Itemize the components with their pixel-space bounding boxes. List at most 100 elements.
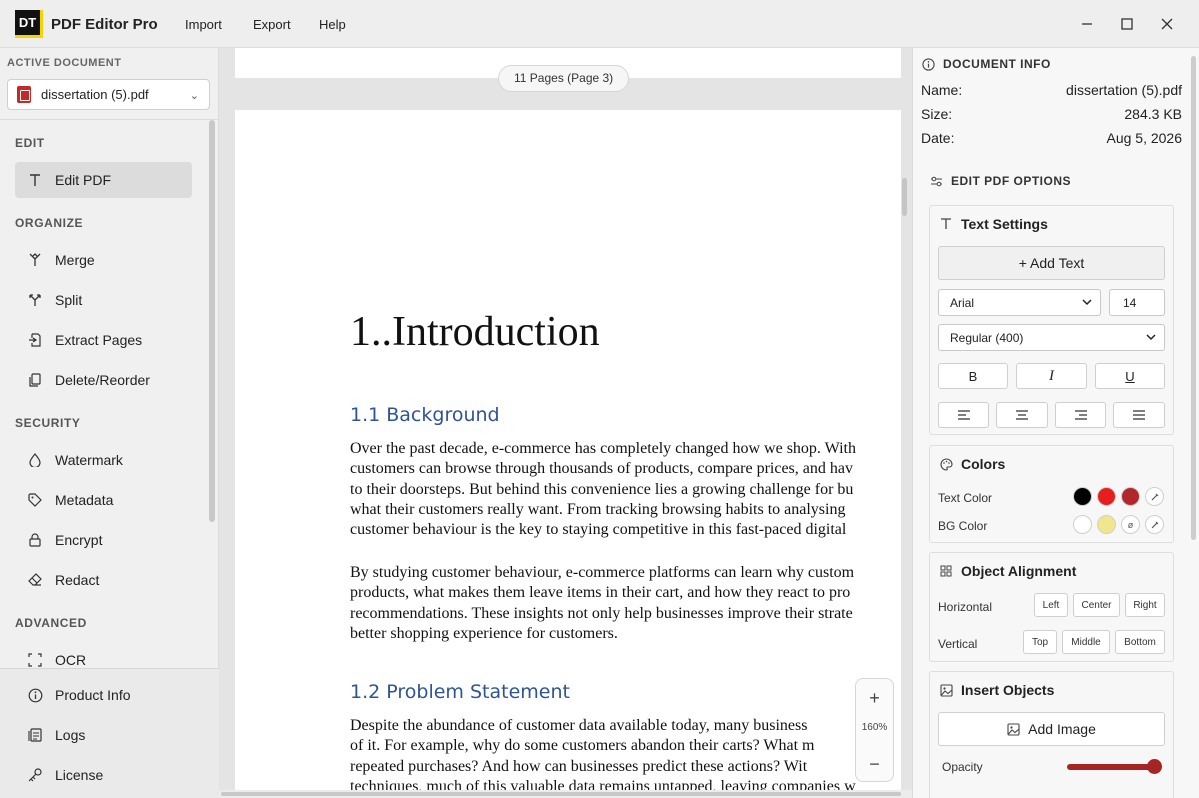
opacity-slider-track[interactable] (1067, 764, 1151, 770)
viewer-hscrollbar[interactable] (219, 790, 912, 798)
merge-icon (27, 252, 43, 268)
bg-color-none-button[interactable]: ø (1121, 515, 1140, 534)
info-value: dissertation (5).pdf (1066, 82, 1182, 98)
font-family-select[interactable]: Arial (938, 289, 1101, 316)
sidebar-item-edit-pdf[interactable]: Edit PDF (15, 162, 192, 198)
edit-options-header: EDIT PDF OPTIONS (929, 174, 1071, 188)
menu-import[interactable]: Import (185, 17, 222, 32)
sidebar-item-label: Encrypt (55, 532, 103, 548)
align-object-left-button[interactable]: Left (1034, 593, 1068, 617)
sidebar-item-extract-pages[interactable]: Extract Pages (15, 322, 192, 358)
sidebar-item-split[interactable]: Split (15, 282, 192, 318)
heading-introduction: 1..Introduction (350, 309, 600, 355)
pdf-file-icon (17, 86, 31, 103)
bg-color-swatch-yellow[interactable] (1097, 515, 1116, 534)
menu-export[interactable]: Export (253, 17, 291, 32)
sidebar: ACTIVE DOCUMENT dissertation (5).pdf ⌄ E… (0, 48, 219, 798)
font-weight-select[interactable]: Regular (400) (938, 324, 1165, 351)
opacity-slider-handle[interactable] (1147, 759, 1162, 774)
insert-objects-card: Insert Objects Add Image Opacity (929, 671, 1174, 798)
text-line: recommendations. These insights not only… (350, 604, 853, 622)
align-right-button[interactable] (1055, 402, 1106, 428)
extract-icon (27, 332, 43, 348)
sidebar-item-product-info[interactable]: Product Info (15, 677, 192, 713)
align-center-icon (1016, 410, 1028, 420)
font-size-input[interactable]: 14 (1109, 289, 1165, 316)
align-justify-button[interactable] (1113, 402, 1165, 428)
info-row-name: Name: dissertation (5).pdf (921, 82, 1182, 98)
object-alignment-title: Object Alignment (939, 563, 1076, 579)
sidebar-item-merge[interactable]: Merge (15, 242, 192, 278)
bg-color-picker-button[interactable] (1145, 515, 1164, 534)
pdf-viewer[interactable]: 11 Pages (Page 3) 1..Introduction 1.1 Ba… (219, 48, 912, 798)
object-alignment-card: Object Alignment Horizontal Left Center … (929, 552, 1174, 662)
info-row-date: Date: Aug 5, 2026 (921, 130, 1182, 146)
align-center-button[interactable] (996, 402, 1048, 428)
italic-button[interactable]: I (1016, 363, 1087, 389)
align-object-center-button[interactable]: Center (1073, 593, 1120, 617)
paragraph-2: By studying customer behaviour, e-commer… (350, 563, 901, 644)
align-object-right-button[interactable]: Right (1125, 593, 1165, 617)
underline-button[interactable]: U (1095, 363, 1165, 389)
sidebar-item-license[interactable]: License (15, 757, 192, 793)
active-doc-select[interactable]: dissertation (5).pdf ⌄ (7, 79, 210, 110)
section-security: SECURITY (15, 416, 81, 430)
tag-icon (27, 492, 43, 508)
text-icon (27, 172, 43, 188)
text-line: better shopping experience for customers… (350, 624, 618, 642)
chevron-down-icon (1082, 297, 1092, 310)
vertical-label: Vertical (938, 637, 978, 651)
text-settings-card: Text Settings + Add Text Arial 14 Regula… (929, 205, 1174, 435)
properties-panel: DOCUMENT INFO Name: dissertation (5).pdf… (912, 48, 1199, 798)
active-doc-label: ACTIVE DOCUMENT (7, 57, 122, 69)
heading-background: 1.1 Background (350, 404, 500, 426)
align-left-button[interactable] (938, 402, 989, 428)
align-right-icon (1074, 410, 1087, 420)
close-button[interactable] (1155, 12, 1179, 36)
sidebar-item-label: Watermark (55, 452, 123, 468)
eraser-icon (27, 572, 43, 588)
minimize-button[interactable] (1075, 12, 1099, 36)
maximize-button[interactable] (1115, 12, 1139, 36)
bold-button[interactable]: B (938, 363, 1008, 389)
pdf-page[interactable]: 1..Introduction 1.1 Background Over the … (235, 110, 901, 798)
font-size-value: 14 (1123, 295, 1137, 310)
info-icon (27, 687, 43, 703)
text-color-swatch-darkred[interactable] (1121, 487, 1140, 506)
sidebar-scrollbar[interactable] (209, 120, 215, 522)
bg-color-swatch-white[interactable] (1073, 515, 1092, 534)
document-info-header: DOCUMENT INFO (921, 57, 1051, 71)
align-object-middle-button[interactable]: Middle (1062, 630, 1110, 654)
text-color-swatch-black[interactable] (1073, 487, 1092, 506)
sidebar-item-label: Split (55, 292, 83, 308)
sidebar-item-encrypt[interactable]: Encrypt (15, 522, 192, 558)
paragraph-3: Despite the abundance of customer data a… (350, 716, 901, 797)
sidebar-item-delete-reorder[interactable]: Delete/Reorder (15, 362, 192, 398)
card-title-text: Insert Objects (961, 682, 1055, 698)
text-line: to their doorsteps. But behind this conv… (350, 480, 854, 498)
horizontal-label: Horizontal (938, 600, 993, 614)
viewer-scrollbar[interactable] (902, 178, 907, 216)
text-line: of it. For example, why do some customer… (350, 737, 815, 755)
zoom-out-button[interactable]: − (856, 749, 893, 779)
add-image-button[interactable]: Add Image (938, 712, 1165, 746)
align-object-top-button[interactable]: Top (1023, 630, 1057, 654)
align-object-bottom-button[interactable]: Bottom (1115, 630, 1165, 654)
sidebar-item-label: Delete/Reorder (55, 372, 150, 388)
sidebar-item-ocr[interactable]: OCR (15, 642, 192, 668)
text-color-picker-button[interactable] (1145, 487, 1164, 506)
panel-scrollbar[interactable] (1191, 56, 1196, 540)
zoom-in-button[interactable]: + (856, 683, 893, 713)
align-left-icon (957, 410, 970, 420)
hscroll-thumb[interactable] (221, 792, 901, 796)
add-text-button[interactable]: + Add Text (938, 246, 1165, 280)
menu-help[interactable]: Help (319, 17, 346, 32)
opacity-label: Opacity (942, 760, 983, 774)
sidebar-item-logs[interactable]: Logs (15, 717, 192, 753)
sidebar-item-watermark[interactable]: Watermark (15, 442, 192, 478)
sidebar-item-redact[interactable]: Redact (15, 562, 192, 598)
text-color-swatch-red[interactable] (1097, 487, 1116, 506)
sidebar-item-label: OCR (55, 652, 87, 668)
sidebar-item-metadata[interactable]: Metadata (15, 482, 192, 518)
key-icon (27, 767, 43, 783)
